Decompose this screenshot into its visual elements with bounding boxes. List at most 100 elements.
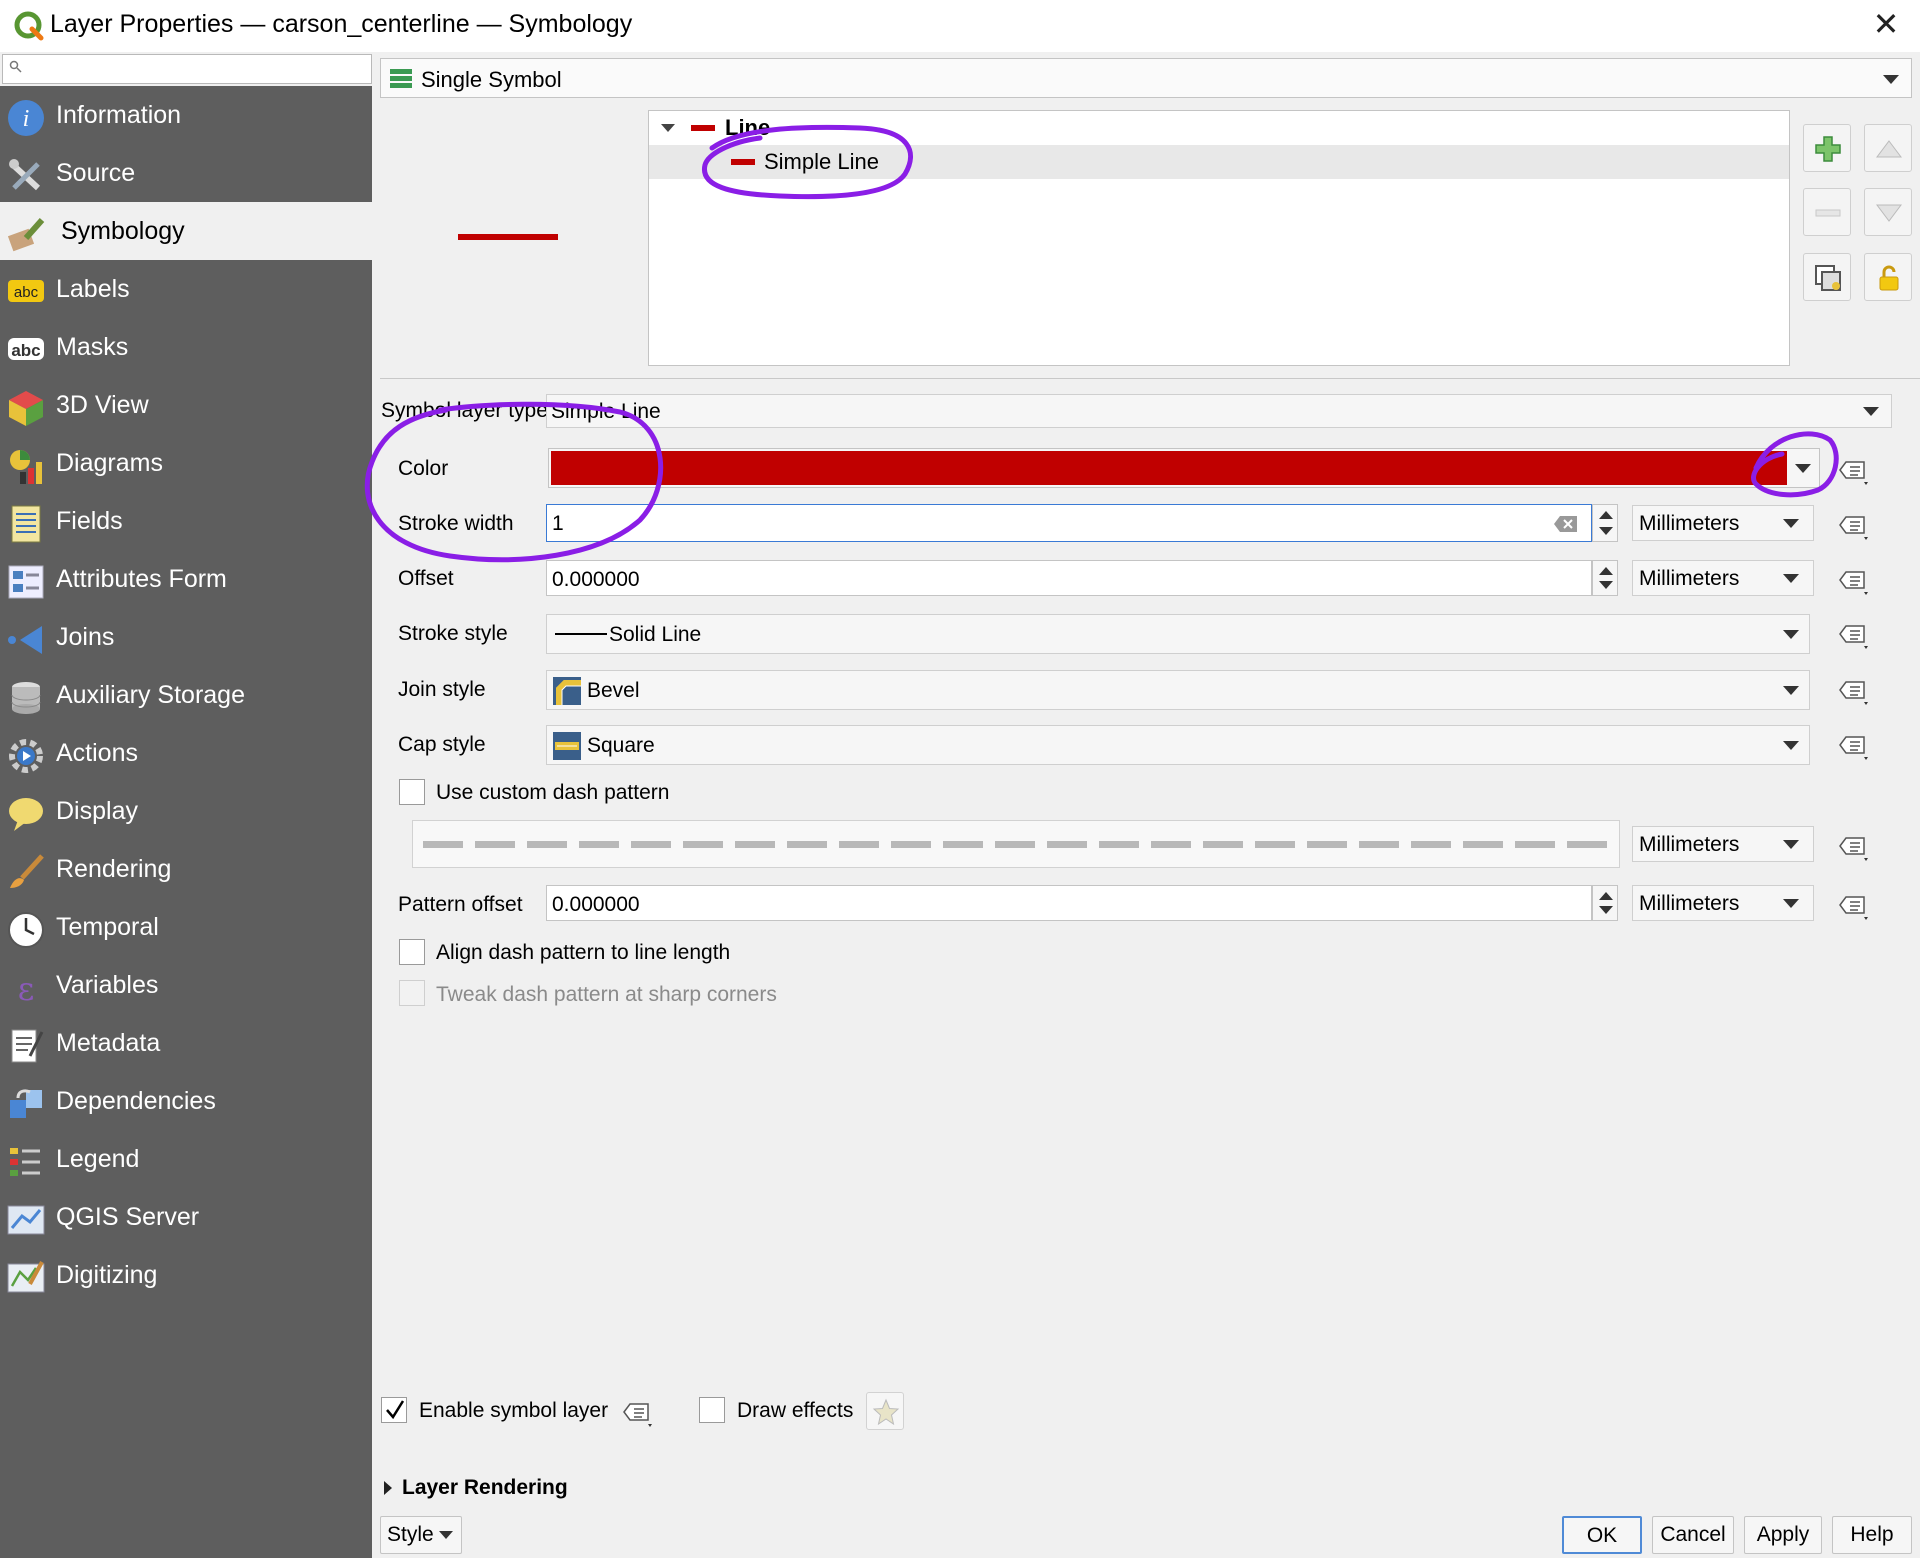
sidebar-item-labels[interactable]: abc Labels: [0, 260, 372, 318]
sidebar-item-temporal[interactable]: Temporal: [0, 898, 372, 956]
server-map-icon: [7, 1205, 45, 1235]
dash-pattern-preview[interactable]: [412, 820, 1620, 868]
sidebar-item-auxiliary-storage[interactable]: Auxiliary Storage: [0, 666, 372, 724]
close-button[interactable]: ✕: [1868, 6, 1904, 42]
stroke-style-select[interactable]: Solid Line: [546, 614, 1810, 654]
sidebar-item-digitizing[interactable]: Digitizing: [0, 1246, 372, 1304]
pattern-offset-input[interactable]: 0.000000: [546, 885, 1592, 921]
pattern-offset-data-defined-button[interactable]: [1832, 885, 1872, 921]
sidebar-item-label: QGIS Server: [56, 1203, 200, 1231]
chevron-down-icon: [1783, 686, 1799, 695]
svg-text:ε: ε: [18, 970, 35, 1008]
chevron-down-icon: [1863, 407, 1879, 416]
sidebar-item-information[interactable]: i Information: [0, 86, 372, 144]
checkmark-icon: [386, 1400, 405, 1420]
divider: [380, 378, 1920, 379]
add-symbol-layer-button[interactable]: [1803, 124, 1851, 172]
sidebar-item-attributes-form[interactable]: Attributes Form: [0, 550, 372, 608]
data-defined-override-icon: [1839, 681, 1868, 705]
single-symbol-icon: [390, 69, 412, 88]
enable-symbol-layer-checkbox[interactable]: [381, 1397, 407, 1423]
join-style-data-defined-button[interactable]: [1832, 670, 1872, 706]
unit-value: Millimeters: [1639, 512, 1740, 535]
clock-icon: [8, 912, 44, 948]
sidebar-item-source[interactable]: Source: [0, 144, 372, 202]
sidebar-item-dependencies[interactable]: Dependencies: [0, 1072, 372, 1130]
sidebar-item-fields[interactable]: Fields: [0, 492, 372, 550]
ok-button[interactable]: OK: [1562, 1516, 1642, 1554]
data-defined-override-icon: [1839, 461, 1868, 485]
tweak-dash-checkbox[interactable]: [399, 980, 425, 1006]
dash-unit-select[interactable]: Millimeters: [1632, 826, 1814, 862]
svg-text:abc: abc: [11, 341, 40, 360]
data-defined-override-icon: [1839, 571, 1868, 595]
help-button[interactable]: Help: [1832, 1516, 1912, 1554]
dash-data-defined-button[interactable]: [1832, 826, 1872, 862]
chevron-down-icon: [1783, 519, 1799, 528]
sidebar-search-input[interactable]: [2, 54, 372, 84]
effects-settings-button[interactable]: [866, 1392, 904, 1430]
layer-rendering-section-title[interactable]: Layer Rendering: [402, 1476, 568, 1500]
lock-color-button[interactable]: [1864, 253, 1912, 301]
sidebar-item-qgis-server[interactable]: QGIS Server: [0, 1188, 372, 1246]
color-swatch: [551, 451, 1787, 485]
sidebar-item-label: Actions: [56, 739, 138, 767]
stroke-width-unit-select[interactable]: Millimeters: [1632, 505, 1814, 541]
pattern-offset-unit-select[interactable]: Millimeters: [1632, 885, 1814, 921]
align-dash-checkbox[interactable]: [399, 939, 425, 965]
sidebar-item-diagrams[interactable]: Diagrams: [0, 434, 372, 492]
cap-style-data-defined-button[interactable]: [1832, 725, 1872, 761]
offset-data-defined-button[interactable]: [1832, 560, 1872, 596]
expand-arrow-icon[interactable]: [661, 124, 675, 132]
tree-node-simple-line[interactable]: Simple Line: [649, 145, 1789, 179]
sidebar-item-actions[interactable]: Actions: [0, 724, 372, 782]
chevron-down-icon: [1783, 741, 1799, 750]
chevron-down-icon: [1883, 75, 1899, 84]
offset-label: Offset: [398, 567, 454, 590]
cancel-button[interactable]: Cancel: [1652, 1516, 1734, 1554]
legend-icon: [10, 1148, 40, 1176]
sidebar-item-rendering[interactable]: Rendering: [0, 840, 372, 898]
renderer-type-select[interactable]: Single Symbol: [380, 58, 1912, 98]
clear-input-icon[interactable]: [1553, 514, 1579, 534]
title-bar: Layer Properties — carson_centerline — S…: [0, 0, 1920, 52]
duplicate-symbol-layer-button[interactable]: [1803, 253, 1851, 301]
svg-text:abc: abc: [14, 284, 39, 301]
sidebar-item-masks[interactable]: abc Masks: [0, 318, 372, 376]
stroke-width-input[interactable]: 1: [546, 504, 1592, 542]
draw-effects-checkbox[interactable]: [699, 1397, 725, 1423]
style-menu-button[interactable]: Style: [380, 1516, 462, 1554]
pattern-offset-spinner[interactable]: [1592, 885, 1618, 921]
stroke-style-data-defined-button[interactable]: [1832, 614, 1872, 650]
custom-dash-checkbox[interactable]: [399, 779, 425, 805]
join-style-select[interactable]: Bevel: [546, 670, 1810, 710]
color-menu-button[interactable]: [1788, 452, 1818, 484]
dependencies-icon: [10, 1089, 42, 1118]
move-up-button[interactable]: [1864, 124, 1912, 172]
sidebar-item-legend[interactable]: Legend: [0, 1130, 372, 1188]
sidebar-item-symbology[interactable]: Symbology: [0, 202, 372, 260]
enable-layer-data-defined-button[interactable]: [616, 1392, 656, 1428]
expand-arrow-icon[interactable]: [384, 1481, 392, 1495]
cap-style-select[interactable]: Square: [546, 725, 1810, 765]
color-button[interactable]: [548, 448, 1820, 488]
color-data-defined-button[interactable]: [1832, 450, 1872, 486]
data-defined-override-icon: [623, 1403, 652, 1427]
tree-node-line[interactable]: Line: [649, 111, 1789, 145]
sidebar-item-metadata[interactable]: Metadata: [0, 1014, 372, 1072]
offset-spinner[interactable]: [1592, 560, 1618, 596]
source-tools-icon: [9, 159, 41, 191]
sidebar-item-variables[interactable]: ε Variables: [0, 956, 372, 1014]
stroke-width-data-defined-button[interactable]: [1832, 505, 1872, 541]
apply-button[interactable]: Apply: [1744, 1516, 1822, 1554]
sidebar-item-joins[interactable]: Joins: [0, 608, 372, 666]
sidebar-item-display[interactable]: Display: [0, 782, 372, 840]
sidebar-item-3d-view[interactable]: 3D View: [0, 376, 372, 434]
remove-symbol-layer-button[interactable]: [1803, 188, 1851, 236]
offset-input[interactable]: 0.000000: [546, 560, 1592, 596]
symbol-layer-type-select[interactable]: Simple Line: [546, 394, 1892, 428]
stroke-width-spinner[interactable]: [1592, 504, 1618, 542]
offset-unit-select[interactable]: Millimeters: [1632, 560, 1814, 596]
move-down-button[interactable]: [1864, 188, 1912, 236]
epsilon-icon: ε: [18, 970, 35, 1008]
